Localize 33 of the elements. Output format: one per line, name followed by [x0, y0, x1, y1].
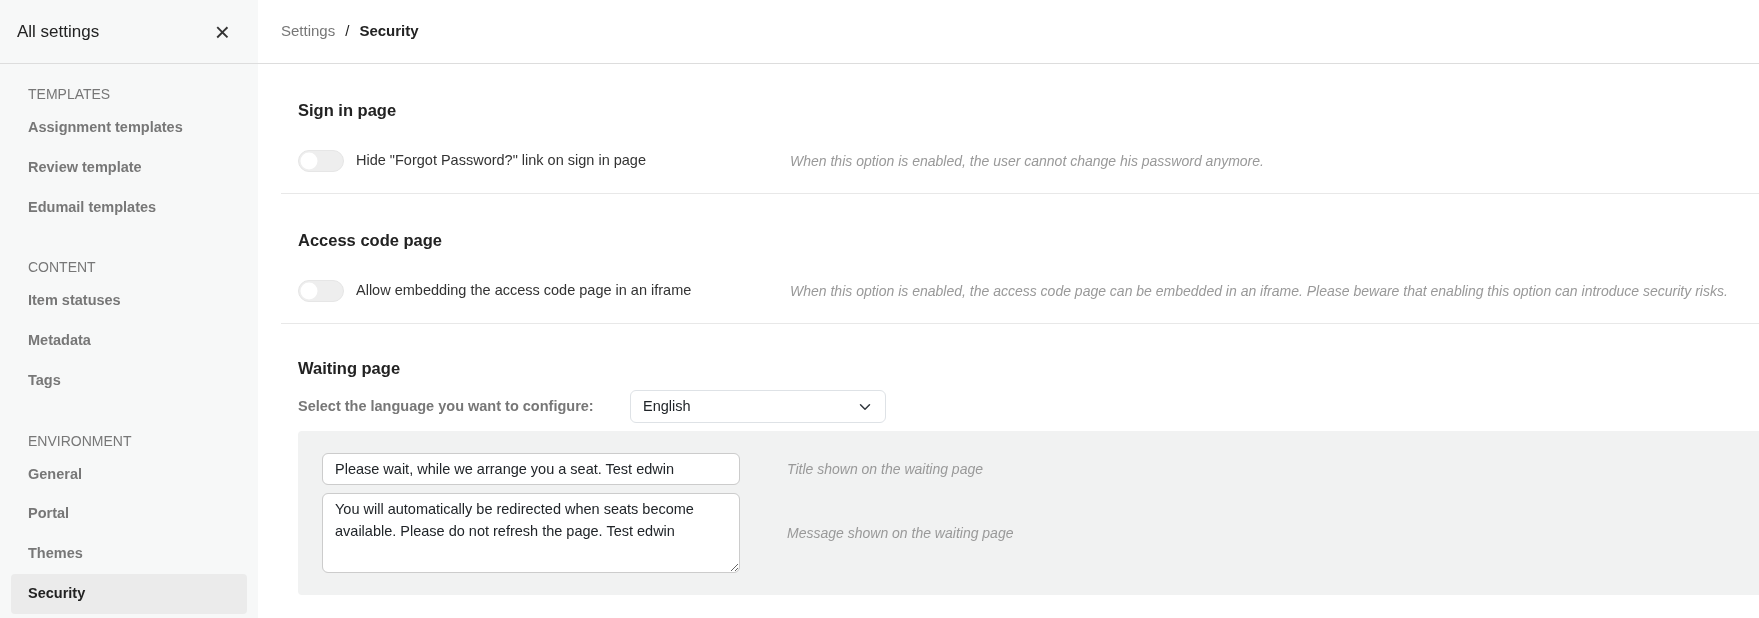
toggle-switch[interactable] — [298, 279, 344, 302]
section-heading: ENVIRONMENT — [27, 431, 133, 451]
sidebar-item[interactable]: Item statuses — [11, 281, 247, 321]
close-button[interactable]: × — [214, 18, 230, 45]
language-select[interactable]: English — [630, 390, 886, 424]
sidebar-item[interactable]: Assignment templates — [11, 108, 247, 148]
sidebar-item[interactable]: Portal — [11, 494, 247, 534]
section-title: Sign in page — [298, 100, 398, 121]
breadcrumb-current: Security — [359, 21, 419, 42]
title-input[interactable]: Please wait, while we arrange you a seat. Test edwin — [322, 453, 740, 486]
section-heading: TEMPLATES — [27, 85, 112, 104]
help-text: Title shown on the waiting page — [787, 459, 983, 479]
sidebar-item[interactable]: Metadata — [11, 321, 247, 361]
sidebar-item[interactable]: Security — [11, 573, 247, 614]
breadcrumb-separator: / — [345, 21, 350, 42]
breadcrumb-link[interactable]: Settings — [281, 20, 336, 43]
option-label: Hide "Forgot Password?" link on sign in page — [356, 150, 646, 170]
sidebar-item[interactable]: Edumail templates — [11, 187, 247, 228]
sidebar-item[interactable]: Themes — [11, 534, 247, 574]
section-title: Waiting page — [298, 357, 402, 379]
help-text: Message shown on the waiting page — [787, 523, 1014, 543]
section-title: Access code page — [298, 229, 443, 251]
sidebar-item[interactable]: Tags — [11, 360, 247, 401]
sidebar-item[interactable]: Review template — [11, 147, 247, 188]
sidebar-title: All settings — [17, 20, 100, 43]
field-label: Select the language you want to configure: — [298, 396, 595, 416]
sidebar-item[interactable]: General — [11, 454, 247, 495]
help-text: When this option is enabled, the access code page can be embedded in an iframe. Please beware that enabling this option can introduce security risks. — [790, 282, 1728, 301]
toggle-switch[interactable] — [298, 149, 344, 172]
section-heading: CONTENT — [27, 258, 97, 278]
option-label: Allow embedding the access code page in an iframe — [356, 280, 692, 300]
help-text: When this option is enabled, the user cannot change his password anymore. — [790, 152, 1264, 172]
message-textarea[interactable]: You will automatically be redirected when seats become available. Please do not refresh the page. Test edwin — [322, 493, 740, 574]
